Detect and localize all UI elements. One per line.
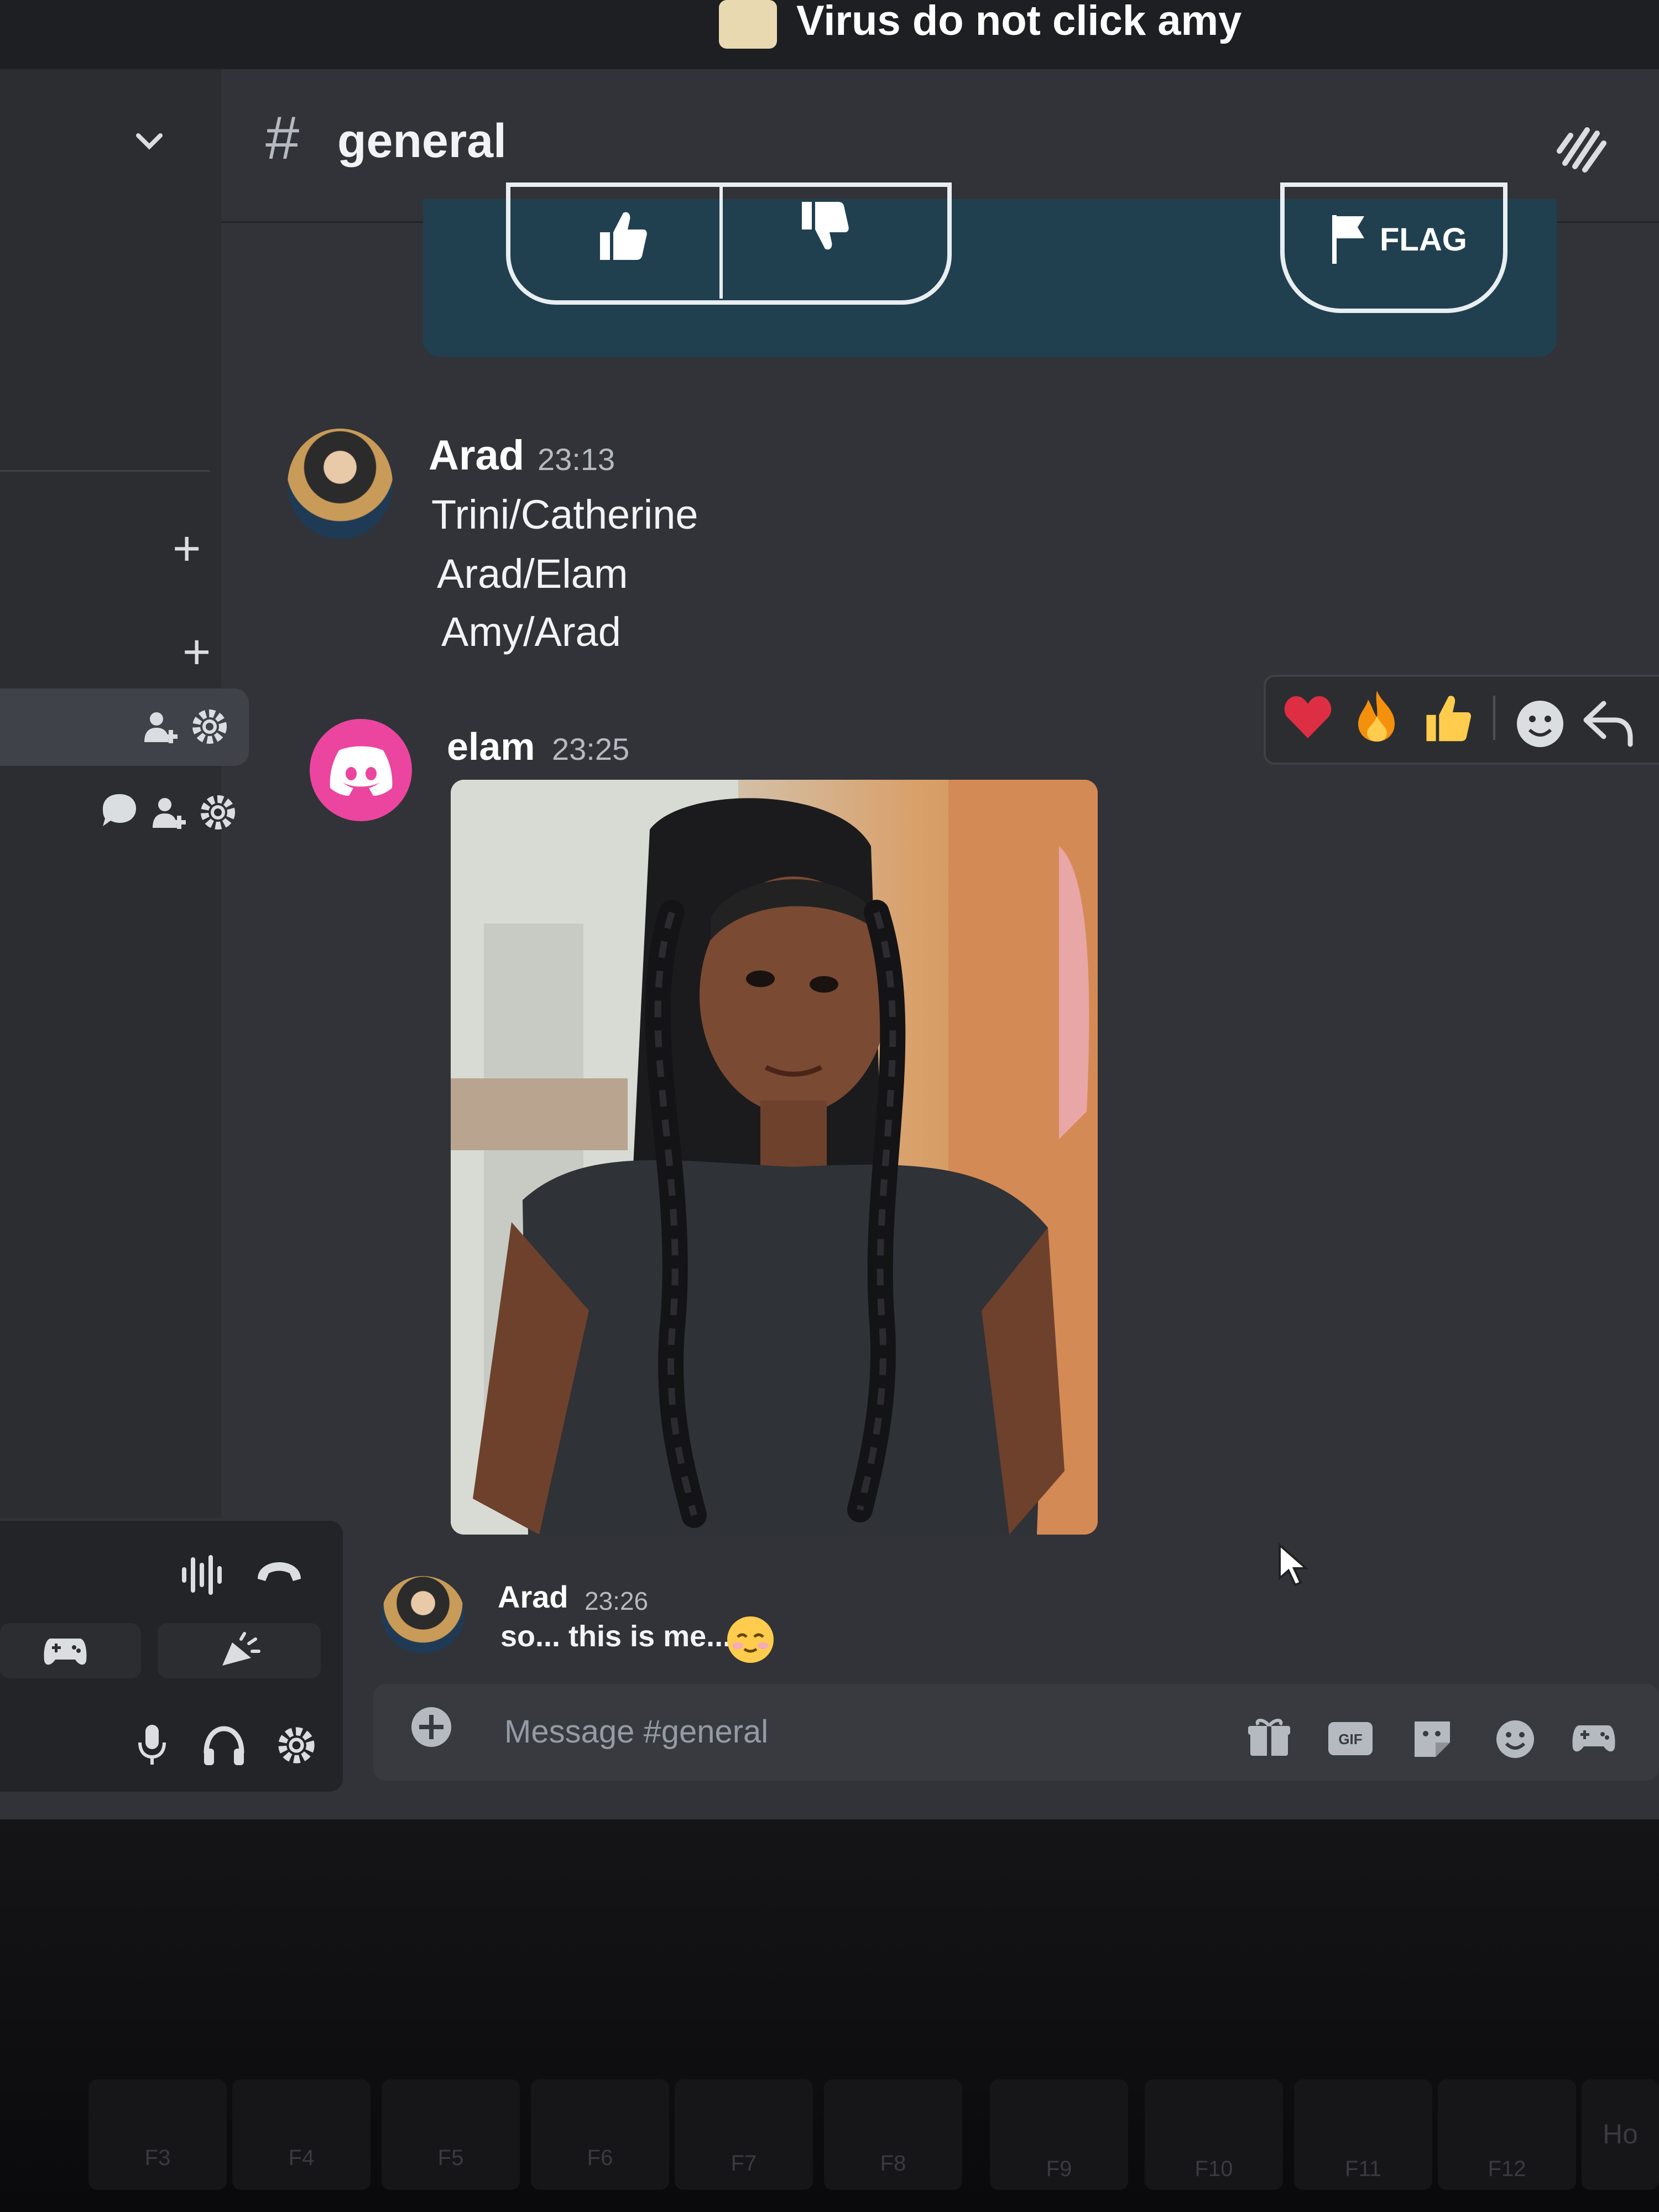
chevron-down-icon[interactable]: [133, 124, 166, 158]
server-title: Virus do not click amy: [796, 0, 1242, 44]
discord-logo-icon: [330, 746, 392, 796]
channel-name: general: [337, 114, 507, 168]
mouse-cursor-icon: [1279, 1543, 1310, 1587]
avatar[interactable]: [288, 429, 393, 539]
keyboard-key: F9: [990, 2079, 1128, 2190]
keyboard-key: F12: [1438, 2079, 1576, 2190]
headphones-icon[interactable]: [202, 1725, 246, 1767]
thumbs-up-emoji[interactable]: [1421, 691, 1474, 744]
message-timestamp: 23:25: [552, 732, 630, 766]
message-text-line: Amy/Arad: [441, 609, 621, 655]
avatar[interactable]: [310, 719, 412, 821]
keyboard-key: F5: [382, 2079, 520, 2190]
gear-icon[interactable]: [188, 705, 231, 748]
voice-activity-icon[interactable]: [180, 1554, 224, 1595]
threads-icon[interactable]: [1554, 119, 1609, 174]
message-username[interactable]: Arad: [429, 431, 524, 479]
heart-emoji[interactable]: [1283, 694, 1333, 741]
user-settings-gear-icon[interactable]: [274, 1723, 319, 1768]
image-attachment[interactable]: [451, 780, 1098, 1535]
reaction-bar-divider: [1493, 696, 1495, 740]
server-icon[interactable]: [719, 0, 777, 49]
disconnect-call-icon[interactable]: [254, 1557, 304, 1590]
invite-user-icon[interactable]: [149, 794, 188, 832]
thread-icon[interactable]: [100, 791, 139, 831]
microphone-icon[interactable]: [135, 1723, 169, 1767]
flag-label: FLAG: [1380, 222, 1467, 258]
add-channel-icon[interactable]: +: [182, 628, 211, 676]
app-launcher-gamepad-icon[interactable]: [1572, 1721, 1616, 1754]
message-timestamp: 23:26: [585, 1587, 649, 1615]
channel-hash-icon: #: [265, 104, 300, 172]
message-username[interactable]: Arad: [498, 1579, 568, 1615]
message-text-line: Arad/Elam: [437, 551, 628, 597]
gif-icon[interactable]: GIF: [1327, 1720, 1374, 1759]
selfie-photo: [451, 780, 1098, 1535]
emoji-picker-icon[interactable]: [1493, 1717, 1537, 1761]
invite-user-icon[interactable]: [141, 708, 180, 747]
keyboard-key: F8: [824, 2079, 962, 2190]
thumbs-up-icon[interactable]: [594, 207, 650, 263]
keyboard-key: Ho: [1582, 2079, 1659, 2190]
add-attachment-icon[interactable]: [409, 1705, 453, 1749]
vote-divider: [719, 182, 723, 299]
message-username[interactable]: elam: [447, 724, 535, 769]
gear-icon[interactable]: [196, 791, 239, 834]
blush-emoji: [727, 1616, 774, 1663]
gift-icon[interactable]: [1247, 1717, 1291, 1759]
soundboard-icon: [222, 1632, 260, 1666]
message-text: so... this is me...: [500, 1620, 732, 1653]
fire-emoji[interactable]: [1350, 688, 1403, 744]
keyboard-key: F11: [1294, 2079, 1432, 2190]
sticker-icon[interactable]: [1410, 1717, 1454, 1759]
add-channel-icon[interactable]: +: [173, 524, 201, 573]
avatar[interactable]: [382, 1576, 465, 1653]
sidebar-divider: [0, 470, 210, 472]
message-timestamp: 23:13: [538, 442, 615, 477]
keyboard-key: F6: [531, 2079, 669, 2190]
keyboard-key: F10: [1145, 2079, 1283, 2190]
message-input[interactable]: [503, 1706, 1224, 1757]
svg-text:GIF: GIF: [1338, 1731, 1362, 1747]
gamepad-icon: [44, 1639, 87, 1665]
keyboard-key: F7: [675, 2079, 813, 2190]
message-text-line: Trini/Catherine: [431, 492, 698, 538]
discord-window: Virus do not click amy + + # general FLA…: [0, 0, 1659, 1819]
vote-button-group: [506, 182, 952, 305]
keyboard-key: F4: [232, 2079, 371, 2190]
reply-icon[interactable]: [1582, 698, 1634, 748]
add-reaction-icon[interactable]: [1514, 698, 1567, 750]
flag-icon: [1332, 215, 1364, 264]
keyboard-key: F3: [88, 2079, 227, 2190]
thumbs-down-icon[interactable]: [796, 199, 852, 254]
